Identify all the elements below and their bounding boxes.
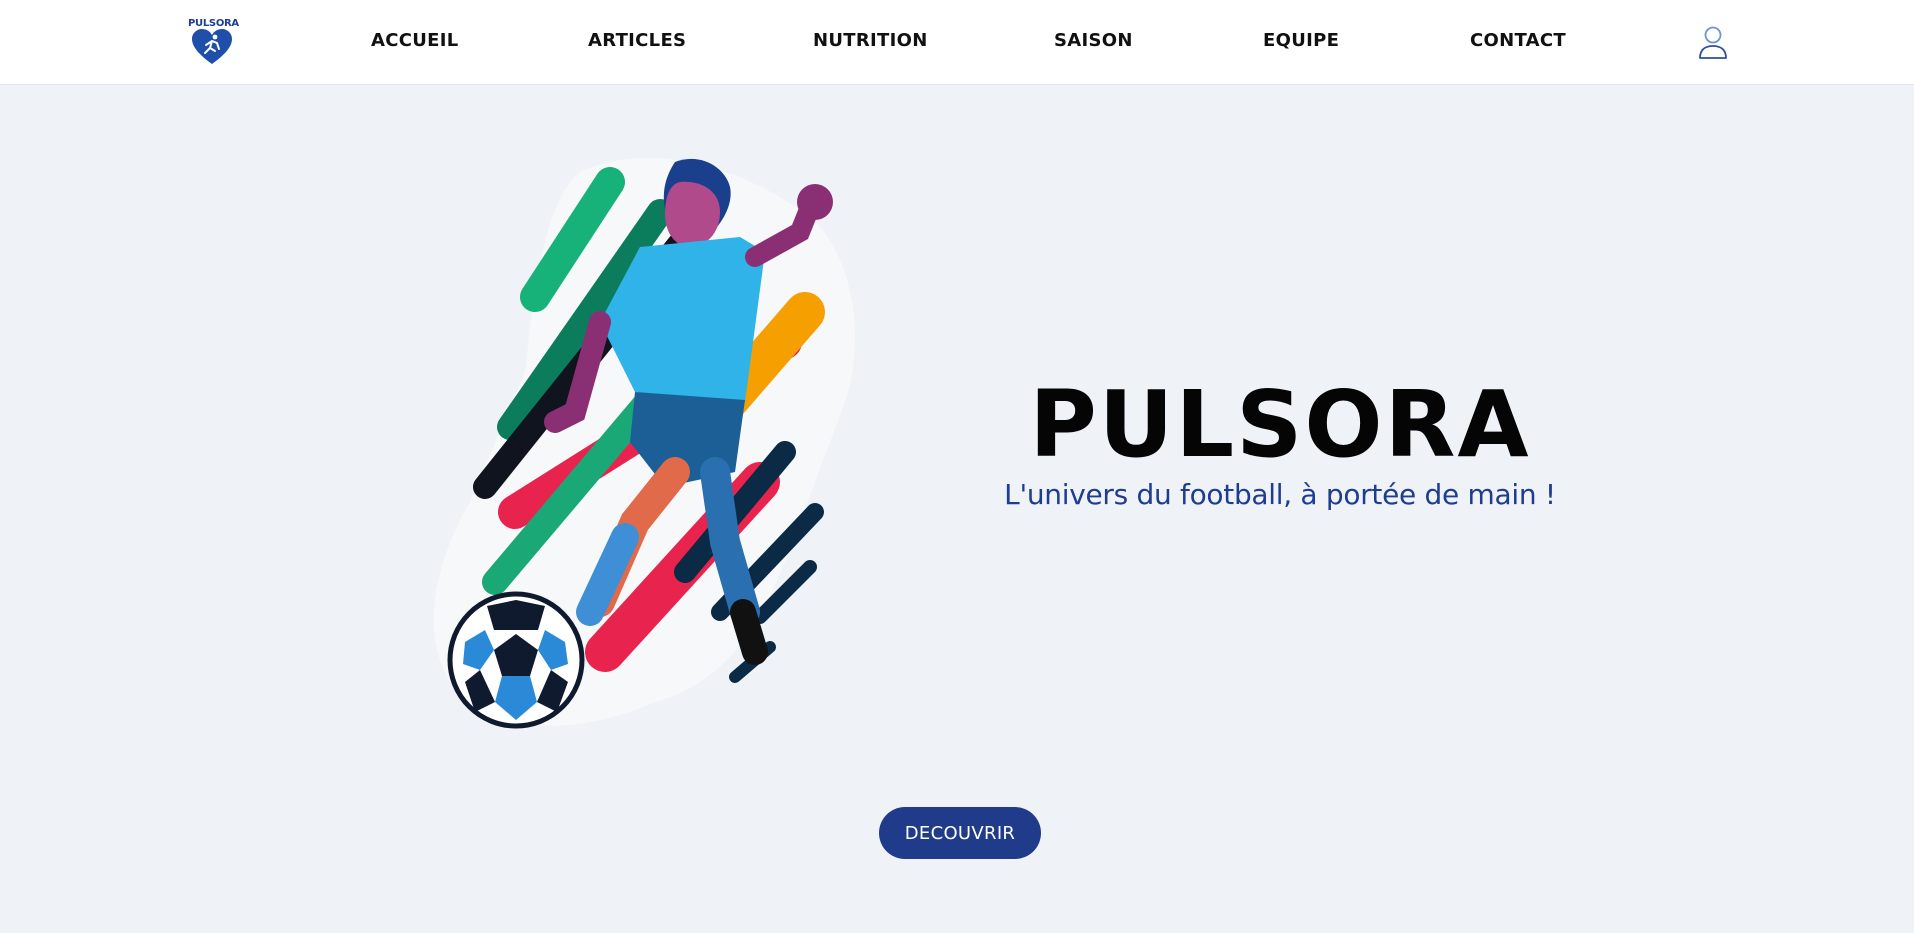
hero-title: PULSORA (1029, 371, 1531, 478)
user-icon[interactable] (1697, 25, 1729, 61)
nav-item-contact[interactable]: CONTACT (1470, 29, 1566, 53)
navbar: PULSORA ACCUEIL ARTICLES NUTRITION SAISO… (0, 0, 1914, 85)
decouvrir-button[interactable]: DECOUVRIR (879, 807, 1041, 859)
nav-item-equipe[interactable]: EQUIPE (1263, 29, 1339, 53)
football-player-illustration (433, 157, 855, 729)
logo[interactable]: PULSORA (188, 18, 239, 66)
logo-heart-icon (192, 29, 232, 64)
hero-tagline: L'univers du football, à portée de main … (1004, 478, 1556, 511)
nav-item-saison[interactable]: SAISON (1054, 29, 1133, 53)
nav-item-nutrition[interactable]: NUTRITION (813, 29, 928, 53)
nav-item-accueil[interactable]: ACCUEIL (371, 29, 459, 53)
nav-item-articles[interactable]: ARTICLES (588, 29, 686, 53)
